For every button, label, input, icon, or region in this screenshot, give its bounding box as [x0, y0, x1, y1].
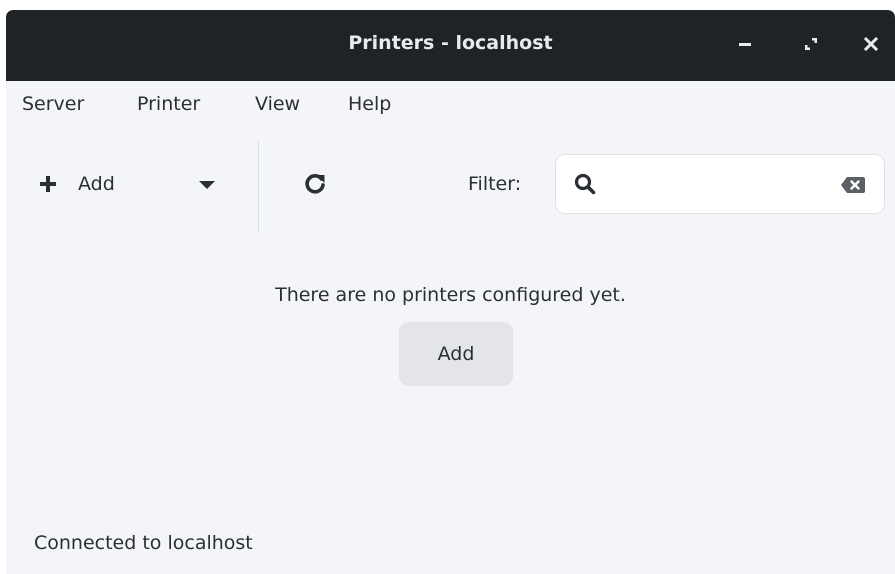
add-button-label: Add — [78, 173, 115, 195]
titlebar[interactable]: Printers - localhost — [6, 10, 895, 81]
filter-field[interactable] — [555, 154, 885, 214]
close-icon — [863, 36, 879, 52]
menu-printer[interactable]: Printer — [137, 93, 200, 115]
minimize-button[interactable] — [728, 27, 762, 61]
empty-state-message: There are no printers configured yet. — [275, 284, 626, 306]
refresh-button[interactable] — [298, 167, 332, 201]
menu-server[interactable]: Server — [22, 93, 84, 115]
menubar: Server Printer View Help — [6, 81, 895, 133]
caret-down-icon[interactable] — [198, 180, 216, 190]
search-icon — [574, 173, 596, 195]
plus-icon — [40, 176, 56, 192]
toolbar: Add Filter: — [6, 133, 895, 243]
minimize-icon — [739, 43, 751, 46]
filter-label: Filter: — [468, 173, 522, 195]
add-printer-button[interactable]: Add — [28, 153, 228, 215]
menu-view[interactable]: View — [255, 93, 300, 115]
filter-input[interactable] — [612, 169, 836, 201]
printers-window: Printers - localhost Server Printer View… — [6, 10, 895, 574]
clear-text-icon[interactable] — [840, 176, 866, 194]
status-bar-text: Connected to localhost — [34, 532, 253, 554]
close-button[interactable] — [854, 27, 888, 61]
maximize-button[interactable] — [794, 27, 828, 61]
maximize-icon — [805, 38, 817, 50]
add-printer-empty-button[interactable]: Add — [399, 322, 513, 386]
menu-help[interactable]: Help — [348, 93, 391, 115]
refresh-icon — [305, 174, 325, 194]
toolbar-separator — [258, 141, 259, 233]
